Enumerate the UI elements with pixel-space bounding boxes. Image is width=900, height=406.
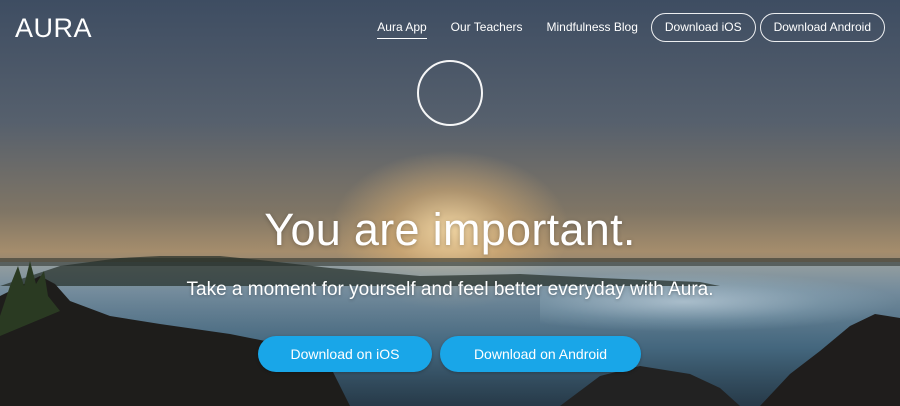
hero-headline: You are important. — [264, 204, 636, 255]
hero-section: AURA Aura App Our Teachers Mindfulness B… — [0, 0, 900, 406]
nav-link-aura-app[interactable]: Aura App — [365, 13, 438, 42]
brand-logo[interactable]: AURA — [15, 13, 92, 44]
hero-subline: Take a moment for yourself and feel bett… — [186, 279, 714, 300]
nav-link-mindfulness-blog[interactable]: Mindfulness Blog — [534, 13, 649, 42]
download-android-button[interactable]: Download Android — [759, 13, 885, 42]
download-on-ios-button[interactable]: Download on iOS — [258, 336, 432, 372]
nav-link-our-teachers[interactable]: Our Teachers — [439, 13, 535, 42]
download-on-android-button[interactable]: Download on Android — [440, 336, 641, 372]
top-navigation: Aura App Our Teachers Mindfulness Blog D… — [365, 13, 885, 42]
download-ios-button[interactable]: Download iOS — [650, 13, 756, 42]
ring-icon — [417, 60, 483, 126]
